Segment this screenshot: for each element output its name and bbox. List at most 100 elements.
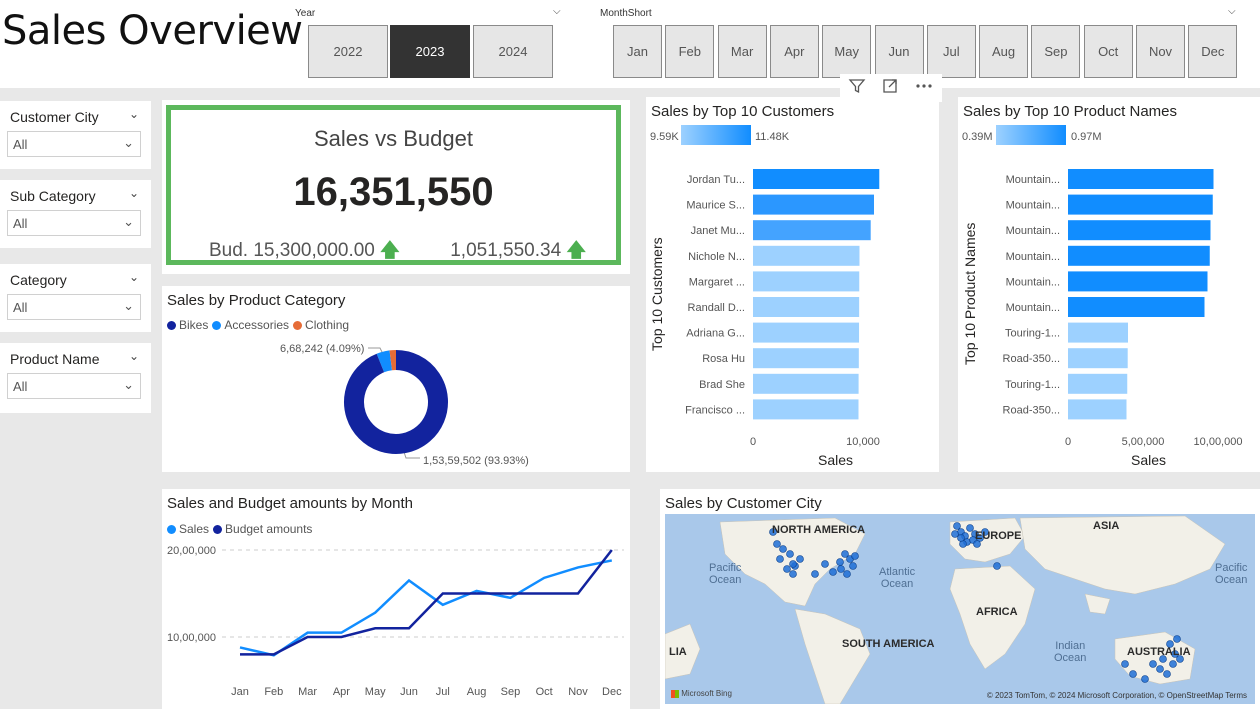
map-bubble[interactable]	[1163, 670, 1171, 678]
chevron-down-icon[interactable]: ⌵	[553, 6, 561, 17]
chevron-down-icon[interactable]: ⌄	[129, 107, 139, 121]
kpi-value: 16,351,550	[293, 170, 494, 214]
map[interactable]: NORTH AMERICA EUROPE ASIA AFRICA SOUTH A…	[665, 514, 1255, 704]
map-bubble[interactable]	[951, 530, 959, 538]
map-bubble[interactable]	[796, 555, 804, 563]
x-tick-label: Aug	[467, 686, 487, 698]
filter-slicer-sub-category: Sub Category ⌄ All ⌄	[0, 180, 151, 248]
bar[interactable]	[1068, 322, 1128, 343]
bar[interactable]	[1068, 220, 1211, 241]
month-button-jul[interactable]: Jul	[926, 25, 976, 78]
category-label: Maurice S...	[686, 200, 745, 212]
category-label: Road-350...	[1003, 404, 1060, 416]
year-button-2023[interactable]: 2023	[390, 25, 470, 78]
donut-slice-accessories[interactable]	[376, 350, 393, 373]
y-axis-label: Top 10 Customers	[649, 237, 665, 351]
map-bubble[interactable]	[786, 550, 794, 558]
map-bubble[interactable]	[811, 570, 819, 578]
bar[interactable]	[1068, 194, 1213, 215]
bar[interactable]	[753, 373, 859, 394]
line-series-budget-amounts[interactable]	[240, 549, 613, 656]
map-bubble[interactable]	[851, 552, 859, 560]
map-bubble[interactable]	[773, 540, 781, 548]
month-button-mar[interactable]: Mar	[717, 25, 767, 78]
month-button-sep[interactable]: Sep	[1031, 25, 1081, 78]
map-bubble[interactable]	[843, 570, 851, 578]
filter-slicer-product-name: Product Name ⌄ All ⌄	[0, 343, 151, 413]
kpi-border: Sales vs Budget 16,351,550 Bud. 15,300,0…	[166, 105, 621, 265]
bar[interactable]	[1068, 373, 1128, 394]
bar[interactable]	[1068, 297, 1205, 317]
category-label: Nichole N...	[688, 251, 745, 263]
map-bubble[interactable]	[779, 545, 787, 553]
map-bubble[interactable]	[776, 555, 784, 563]
map-bubble[interactable]	[783, 565, 791, 573]
month-button-feb[interactable]: Feb	[665, 25, 715, 78]
month-button-apr[interactable]: Apr	[769, 25, 819, 78]
map-bubble[interactable]	[1121, 660, 1129, 668]
month-button-jun[interactable]: Jun	[874, 25, 924, 78]
bar[interactable]	[1068, 271, 1208, 292]
map-bubble[interactable]	[821, 560, 829, 568]
year-button-2022[interactable]: 2022	[308, 25, 388, 78]
bar[interactable]	[753, 322, 860, 343]
chevron-down-icon[interactable]: ⌄	[129, 186, 139, 200]
map-bubble[interactable]	[837, 565, 845, 573]
map-bubble[interactable]	[993, 562, 1001, 570]
year-button-2024[interactable]: 2024	[473, 25, 553, 78]
map-bubble[interactable]	[789, 570, 797, 578]
map-bubble[interactable]	[1156, 665, 1164, 673]
category-label: Mountain...	[1006, 276, 1060, 288]
bar[interactable]	[753, 169, 880, 189]
bar[interactable]	[753, 220, 871, 241]
bar[interactable]	[1068, 399, 1127, 420]
arrow-up-icon: 🡅	[566, 240, 586, 261]
bar[interactable]	[753, 297, 860, 317]
map-label-pacific-ocean: Pacific Ocean	[1215, 562, 1248, 586]
x-tick-label: Sep	[501, 686, 521, 698]
month-button-aug[interactable]: Aug	[979, 25, 1029, 78]
kpi-budget: Bud. 15,300,000.00 🡅	[209, 236, 400, 268]
y-axis-label: Top 10 Product Names	[962, 223, 978, 365]
month-button-jan[interactable]: Jan	[613, 25, 662, 78]
donut-slice-bikes[interactable]	[344, 350, 448, 454]
month-button-nov[interactable]: Nov	[1136, 25, 1185, 78]
chevron-down-icon[interactable]: ⌄	[129, 270, 139, 284]
filter-dropdown[interactable]: All ⌄	[7, 294, 141, 320]
line-series-sales[interactable]	[239, 559, 613, 657]
map-bubble[interactable]	[789, 560, 797, 568]
month-button-dec[interactable]: Dec	[1188, 25, 1238, 78]
bar[interactable]	[753, 271, 860, 292]
bar[interactable]	[753, 245, 860, 266]
chevron-down-icon[interactable]: ⌵	[1228, 6, 1236, 17]
chevron-down-icon[interactable]: ⌄	[129, 349, 139, 363]
bar[interactable]	[753, 194, 874, 215]
bar[interactable]	[1068, 169, 1214, 189]
map-bubble[interactable]	[1149, 660, 1157, 668]
x-axis-label: Sales	[818, 452, 853, 468]
bar[interactable]	[1068, 245, 1210, 266]
map-credits[interactable]: © 2023 TomTom, © 2024 Microsoft Corporat…	[987, 691, 1247, 700]
x-tick-label: 10,000	[846, 436, 880, 448]
filter-dropdown[interactable]: All ⌄	[7, 373, 141, 399]
filter-dropdown[interactable]: All ⌄	[7, 210, 141, 236]
map-bubble[interactable]	[953, 522, 961, 530]
bar[interactable]	[753, 348, 859, 369]
map-bubble[interactable]	[849, 562, 857, 570]
month-button-oct[interactable]: Oct	[1083, 25, 1133, 78]
map-bubble[interactable]	[1141, 675, 1149, 683]
map-bubble[interactable]	[966, 524, 974, 532]
map-bubble[interactable]	[1173, 635, 1181, 643]
map-bubble[interactable]	[836, 558, 844, 566]
map-bubble[interactable]	[829, 568, 837, 576]
map-label-south-america: SOUTH AMERICA	[842, 638, 935, 650]
filter-dropdown[interactable]: All ⌄	[7, 131, 141, 157]
map-bubble[interactable]	[1129, 670, 1137, 678]
month-button-may[interactable]: May	[822, 25, 872, 78]
bar[interactable]	[1068, 348, 1128, 369]
x-tick-label: Dec	[602, 686, 622, 698]
chevron-down-icon: ⌄	[123, 377, 134, 392]
map-bubble[interactable]	[957, 534, 965, 542]
bar[interactable]	[753, 399, 859, 420]
map-bubble[interactable]	[1169, 660, 1177, 668]
